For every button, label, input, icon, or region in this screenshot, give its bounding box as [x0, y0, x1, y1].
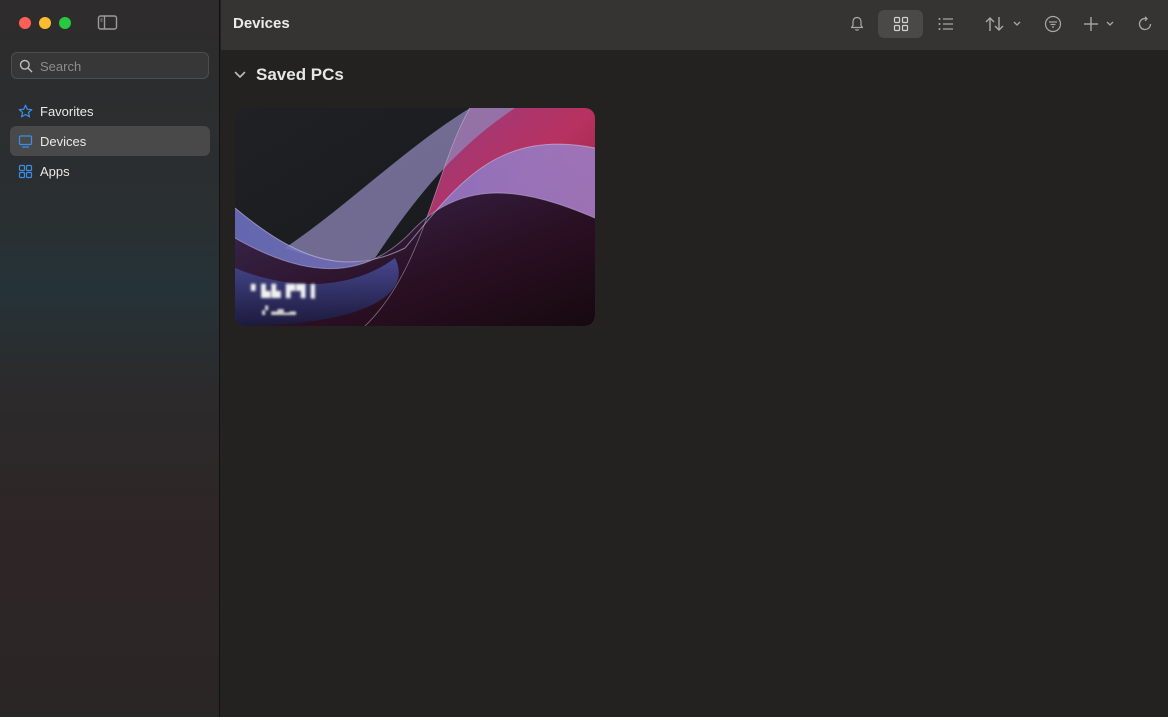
search-field[interactable] — [11, 52, 209, 79]
sidebar-item-label: Devices — [40, 133, 87, 149]
sort-menu-button[interactable] — [984, 10, 1026, 38]
page-title: Devices — [233, 15, 290, 32]
search-icon — [19, 59, 33, 73]
device-card[interactable]: ▘▙▙ ▛▜ ▌ ▗▘▃▅▂▃ — [235, 108, 595, 326]
saved-pcs-section-header[interactable]: Saved PCs — [233, 64, 344, 86]
toolbar: Devices — [221, 0, 1168, 50]
grid-view-icon — [893, 16, 908, 32]
list-view-icon — [938, 18, 953, 30]
bell-icon — [850, 16, 864, 31]
sidebar-item-label: Apps — [40, 163, 70, 179]
list-view-button[interactable] — [933, 10, 959, 38]
grid-view-button[interactable] — [878, 10, 923, 38]
section-title: Saved PCs — [256, 65, 344, 84]
window-controls — [19, 17, 71, 29]
apps-grid-icon — [17, 163, 33, 179]
sidebar-toggle-icon[interactable] — [97, 14, 119, 32]
device-subtitle: ▗▘▃▅▂▃ — [259, 306, 296, 315]
sidebar: Favorites Devices Apps — [0, 0, 220, 717]
notifications-button[interactable] — [845, 10, 869, 38]
refresh-icon — [1138, 16, 1152, 31]
sidebar-nav: Favorites Devices Apps — [10, 96, 210, 186]
star-icon — [17, 103, 33, 119]
filter-button[interactable] — [1042, 10, 1064, 38]
device-name: ▘▙▙ ▛▜ ▌ — [251, 284, 321, 298]
search-input[interactable] — [38, 56, 207, 77]
refresh-button[interactable] — [1135, 10, 1155, 38]
add-menu-button[interactable] — [1082, 10, 1118, 38]
add-icon — [1084, 17, 1114, 31]
filter-icon — [1044, 15, 1062, 33]
sidebar-item-label: Favorites — [40, 103, 94, 119]
sidebar-item-favorites[interactable]: Favorites — [10, 96, 210, 126]
minimize-window-button[interactable] — [39, 17, 51, 29]
close-window-button[interactable] — [19, 17, 31, 29]
zoom-window-button[interactable] — [59, 17, 71, 29]
sort-icon — [985, 17, 1021, 31]
chevron-down-icon — [234, 71, 246, 78]
sidebar-item-apps[interactable]: Apps — [10, 156, 210, 186]
sidebar-item-devices[interactable]: Devices — [10, 126, 210, 156]
monitor-icon — [17, 133, 33, 149]
